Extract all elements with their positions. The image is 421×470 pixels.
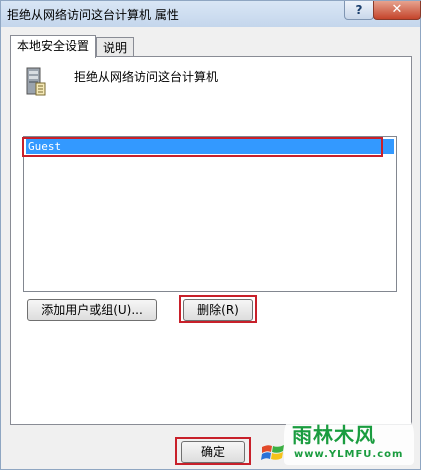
properties-window: 拒绝从网络访问这台计算机 属性 ? ✕ 本地安全设置 说明 拒绝从网络访问这台计… — [0, 0, 421, 470]
remove-button[interactable]: 删除(R) — [183, 299, 253, 321]
policy-name: 拒绝从网络访问这台计算机 — [74, 70, 219, 84]
tab-explain[interactable]: 说明 — [96, 37, 135, 58]
watermark-text: 雨林木风 — [292, 423, 376, 447]
tab-local-security-setting[interactable]: 本地安全设置 — [10, 35, 97, 58]
add-user-or-group-button[interactable]: 添加用户或组(U)... — [27, 299, 157, 321]
watermark-logo: 雨林木风 www.YLMFU.com — [284, 405, 414, 465]
tab-panel: 拒绝从网络访问这台计算机 Guest — [10, 56, 412, 425]
window-title: 拒绝从网络访问这台计算机 属性 — [7, 8, 179, 22]
user-list[interactable]: Guest — [23, 136, 397, 292]
title-bar: 拒绝从网络访问这台计算机 属性 ? ✕ — [1, 1, 421, 27]
close-button[interactable]: ✕ — [373, 1, 421, 20]
watermark-url: www.YLMFU.com — [294, 449, 404, 460]
server-icon — [26, 67, 46, 96]
help-button[interactable]: ? — [344, 1, 374, 20]
list-item[interactable]: Guest — [26, 139, 394, 154]
ok-button[interactable]: 确定 — [181, 441, 245, 463]
windows-flag-icon — [261, 445, 284, 460]
